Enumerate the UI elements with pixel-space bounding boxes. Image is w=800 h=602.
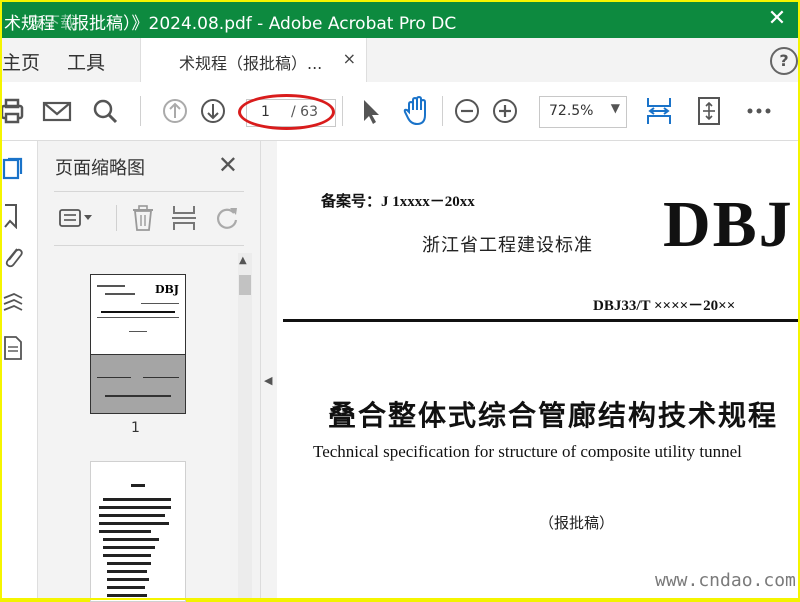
navigation-rail [0, 141, 38, 600]
delete-icon[interactable] [129, 203, 157, 233]
document-tab-label: 术规程（报批稿）... [179, 54, 323, 73]
title-watermark: 安下载 [28, 13, 77, 32]
thumbnail-logo: DBJ [154, 283, 179, 296]
document-icon[interactable] [2, 335, 24, 361]
acrobat-window: 术规程（报批稿）》2024.08.pdf - Adobe Acrobat Pro… [0, 0, 800, 602]
tab-tools[interactable]: 工具 [67, 48, 105, 75]
help-button[interactable]: ? [770, 47, 798, 75]
registration-number: 备案号：J 1xxxx－20xx [321, 194, 475, 210]
site-watermark: www.cndao.com [655, 570, 796, 591]
toolbar-separator [140, 96, 141, 126]
zoom-in-icon[interactable] [488, 94, 522, 128]
fit-page-icon[interactable] [692, 94, 726, 128]
title-bar: 术规程（报批稿）》2024.08.pdf - Adobe Acrobat Pro… [0, 0, 800, 38]
panel-collapse-handle[interactable]: ◀ [261, 141, 277, 600]
page-up-icon[interactable] [158, 94, 192, 128]
divider [54, 245, 244, 246]
hand-icon[interactable] [400, 94, 434, 128]
layers-icon[interactable] [2, 291, 24, 317]
tab-home[interactable]: 主页 [2, 48, 40, 75]
dbj-logo: DBJ [663, 188, 794, 261]
zoom-out-icon[interactable] [450, 94, 484, 128]
tab-bar: 主页 工具 术规程（报批稿）... × ? [0, 38, 800, 82]
page-thumbnails-panel: 页面缩略图 ✕ ▲ DBJ 1 [38, 141, 261, 602]
standard-type: 浙江省工程建设标准 [422, 235, 593, 256]
attachment-icon[interactable] [2, 243, 24, 269]
window-close-button[interactable]: ✕ [754, 0, 800, 38]
page-thumbnail[interactable] [90, 461, 186, 602]
search-icon[interactable] [88, 94, 122, 128]
chevron-left-icon[interactable]: ◀ [264, 374, 272, 387]
more-icon[interactable] [742, 94, 776, 128]
print-icon[interactable] [0, 94, 34, 128]
chevron-down-icon[interactable]: ▼ [611, 101, 620, 115]
scroll-thumb[interactable] [239, 275, 251, 295]
page-down-icon[interactable] [196, 94, 230, 128]
email-icon[interactable] [40, 94, 74, 128]
zoom-select[interactable]: 72.5% ▼ [539, 96, 627, 128]
divider [54, 191, 244, 192]
toolbar-separator [116, 205, 117, 231]
document-title-en: Technical specification for structure of… [313, 442, 742, 461]
standard-code: DBJ33/T ××××－20×× [593, 298, 736, 314]
tab-document[interactable]: 术规程（报批稿）... × [140, 38, 367, 82]
insert-page-icon[interactable] [170, 203, 198, 233]
thumbnails-scrollbar[interactable]: ▲ [238, 253, 252, 600]
toolbar-separator [342, 96, 343, 126]
document-tab-close-button[interactable]: × [343, 49, 356, 68]
panel-close-button[interactable]: ✕ [218, 151, 238, 179]
bookmark-icon[interactable] [2, 203, 24, 229]
horizontal-rule [283, 319, 800, 322]
select-arrow-icon[interactable] [354, 94, 388, 128]
scroll-up-icon[interactable]: ▲ [239, 255, 247, 266]
document-title-cn: 叠合整体式综合管廊结构技术规程 [328, 399, 779, 432]
thumbnail-grey-block [91, 355, 185, 413]
highlight-ellipse [238, 94, 335, 130]
page-thumbnail-number: 1 [131, 420, 140, 436]
toolbar-separator [442, 96, 443, 126]
fit-width-icon[interactable] [642, 94, 676, 128]
draft-label: （报批稿） [539, 514, 615, 532]
panel-title: 页面缩略图 [55, 158, 145, 179]
document-page: 备案号：J 1xxxx－20xx 浙江省工程建设标准 DBJ DBJ33/T ×… [277, 141, 800, 600]
rotate-icon[interactable] [212, 203, 242, 233]
options-menu-icon[interactable] [56, 203, 98, 233]
zoom-value: 72.5% [549, 103, 594, 119]
page-thumbnails-icon[interactable] [2, 157, 24, 183]
main-toolbar: 1 / 63 72.5% ▼ [0, 82, 800, 141]
page-thumbnail[interactable]: DBJ [90, 274, 186, 414]
